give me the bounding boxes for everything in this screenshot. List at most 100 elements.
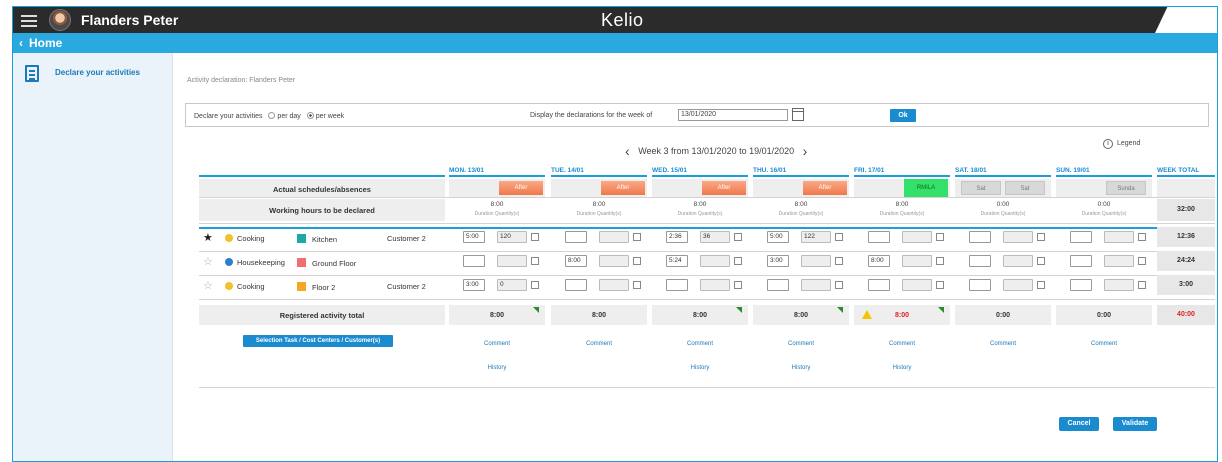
quantity-input[interactable]: 120 (497, 231, 527, 243)
calendar-icon[interactable] (792, 108, 804, 121)
location-cell[interactable]: Ground Floor (297, 258, 356, 268)
warning-icon[interactable] (862, 310, 872, 319)
calculator-icon[interactable] (1037, 281, 1045, 289)
comment-link[interactable]: Comment (854, 341, 950, 347)
comment-link[interactable]: Comment (652, 341, 748, 347)
calculator-icon[interactable] (734, 257, 742, 265)
calculator-icon[interactable] (633, 281, 641, 289)
cancel-button[interactable]: Cancel (1059, 417, 1099, 431)
quantity-input[interactable] (1104, 255, 1134, 267)
schedule-badge[interactable]: After (499, 181, 543, 195)
calculator-icon[interactable] (835, 281, 843, 289)
calculator-icon[interactable] (1037, 233, 1045, 241)
quantity-input[interactable] (1003, 279, 1033, 291)
calculator-icon[interactable] (633, 257, 641, 265)
duration-input[interactable] (969, 255, 991, 267)
avatar[interactable] (49, 9, 71, 31)
calculator-icon[interactable] (531, 233, 539, 241)
history-link[interactable]: History (854, 365, 950, 371)
quantity-input[interactable]: 0 (497, 279, 527, 291)
quantity-input[interactable] (1003, 231, 1033, 243)
favorite-star-icon[interactable]: ★ (203, 233, 213, 244)
quantity-input[interactable]: 122 (801, 231, 831, 243)
location-cell[interactable]: Kitchen (297, 234, 337, 244)
duration-input[interactable] (1070, 255, 1092, 267)
duration-input[interactable]: 3:00 (767, 255, 789, 267)
calculator-icon[interactable] (1138, 233, 1146, 241)
calculator-icon[interactable] (835, 257, 843, 265)
history-link[interactable]: History (449, 365, 545, 371)
calculator-icon[interactable] (734, 281, 742, 289)
quantity-input[interactable] (902, 231, 932, 243)
hamburger-menu-icon[interactable] (21, 12, 37, 27)
history-link[interactable]: History (652, 365, 748, 371)
per-week-radio[interactable] (306, 112, 314, 119)
calculator-icon[interactable] (531, 257, 539, 265)
duration-input[interactable] (1070, 279, 1092, 291)
quantity-input[interactable] (801, 255, 831, 267)
duration-input[interactable]: 2:36 (666, 231, 688, 243)
schedule-badge[interactable]: After (601, 181, 645, 195)
duration-input[interactable] (1070, 231, 1092, 243)
duration-input[interactable]: 8:00 (868, 255, 890, 267)
history-link[interactable]: History (753, 365, 849, 371)
task-cell[interactable]: Cooking (225, 282, 265, 291)
per-day-radio[interactable] (268, 112, 276, 119)
legend-link[interactable]: i Legend (1103, 139, 1140, 149)
comment-link[interactable]: Comment (449, 341, 545, 347)
quantity-input[interactable] (902, 279, 932, 291)
quantity-input[interactable]: 36 (700, 231, 730, 243)
calculator-icon[interactable] (835, 233, 843, 241)
task-cell[interactable]: Housekeeping (225, 258, 285, 267)
quantity-input[interactable] (902, 255, 932, 267)
quantity-input[interactable] (801, 279, 831, 291)
calculator-icon[interactable] (1138, 281, 1146, 289)
calculator-icon[interactable] (734, 233, 742, 241)
duration-input[interactable]: 8:00 (565, 255, 587, 267)
favorite-star-icon[interactable]: ☆ (203, 281, 213, 292)
quantity-input[interactable] (700, 279, 730, 291)
quantity-input[interactable] (1104, 231, 1134, 243)
selection-task-button[interactable]: Selection Task / Cost Centers / Customer… (243, 335, 393, 347)
duration-input[interactable] (666, 279, 688, 291)
calculator-icon[interactable] (936, 257, 944, 265)
quantity-input[interactable] (599, 231, 629, 243)
calculator-icon[interactable] (1037, 257, 1045, 265)
schedule-badge-2[interactable]: Sat (1005, 181, 1045, 195)
schedule-badge[interactable]: RMILA (904, 179, 948, 197)
validate-button[interactable]: Validate (1113, 417, 1157, 431)
calculator-icon[interactable] (1138, 257, 1146, 265)
duration-input[interactable] (969, 279, 991, 291)
duration-input[interactable] (463, 255, 485, 267)
home-link[interactable]: Home (29, 36, 62, 50)
comment-link[interactable]: Comment (1056, 341, 1152, 347)
quantity-input[interactable] (599, 279, 629, 291)
ok-button[interactable]: Ok (890, 109, 916, 122)
comment-link[interactable]: Comment (551, 341, 647, 347)
prev-week-icon[interactable]: ‹ (625, 143, 630, 159)
sidebar-item-declare-activities[interactable]: Declare your activities (55, 68, 140, 77)
next-week-icon[interactable]: › (803, 143, 808, 159)
comment-link[interactable]: Comment (753, 341, 849, 347)
quantity-input[interactable] (700, 255, 730, 267)
quantity-input[interactable] (1003, 255, 1033, 267)
week-date-input[interactable]: 13/01/2020 (678, 109, 788, 121)
duration-input[interactable] (565, 231, 587, 243)
quantity-input[interactable] (1104, 279, 1134, 291)
schedule-badge[interactable]: After (803, 181, 847, 195)
calculator-icon[interactable] (936, 281, 944, 289)
calculator-icon[interactable] (936, 233, 944, 241)
duration-input[interactable]: 5:00 (463, 231, 485, 243)
duration-input[interactable] (767, 279, 789, 291)
schedule-badge[interactable]: After (702, 181, 746, 195)
back-arrow-icon[interactable]: ‹ (19, 36, 23, 50)
duration-input[interactable]: 5:24 (666, 255, 688, 267)
duration-input[interactable] (969, 231, 991, 243)
task-cell[interactable]: Cooking (225, 234, 265, 243)
calculator-icon[interactable] (531, 281, 539, 289)
duration-input[interactable]: 5:00 (767, 231, 789, 243)
calculator-icon[interactable] (633, 233, 641, 241)
duration-input[interactable]: 3:00 (463, 279, 485, 291)
favorite-star-icon[interactable]: ☆ (203, 257, 213, 268)
duration-input[interactable] (565, 279, 587, 291)
